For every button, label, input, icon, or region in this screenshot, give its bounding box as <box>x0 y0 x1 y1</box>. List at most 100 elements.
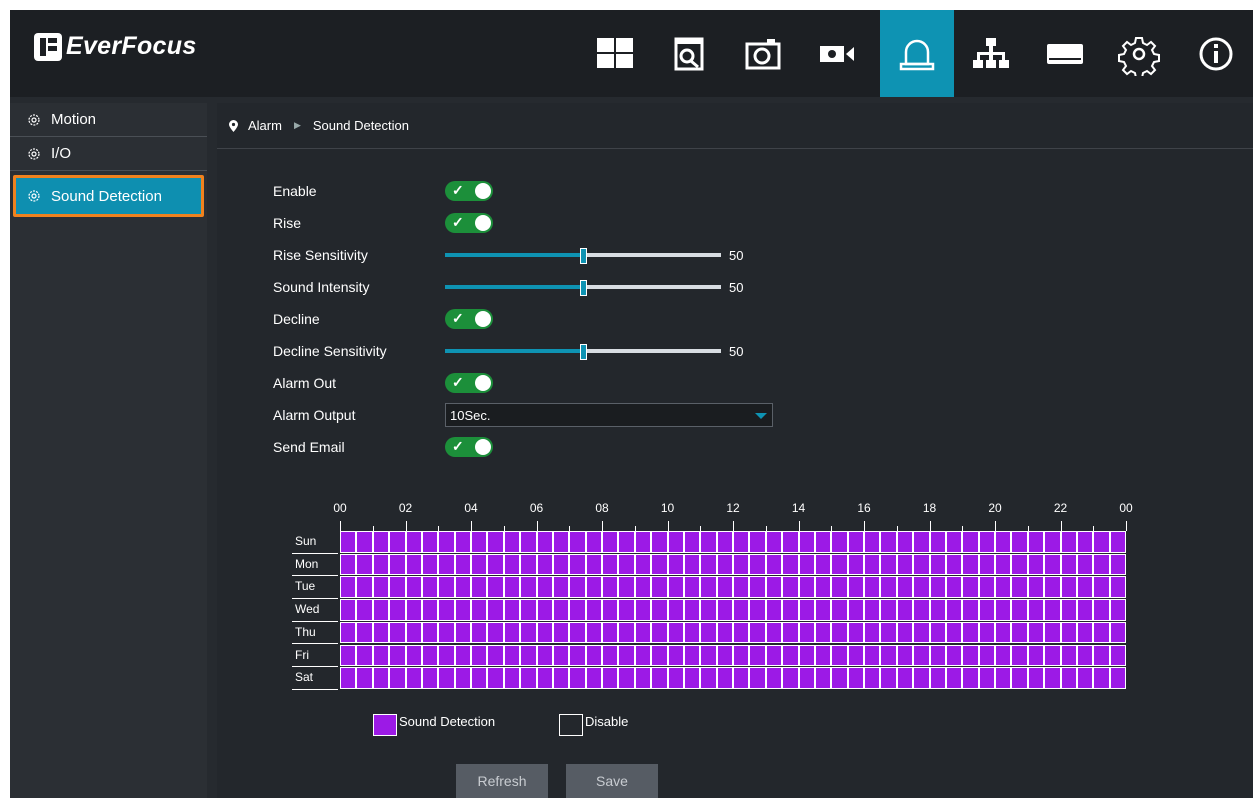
schedule-cell[interactable] <box>1027 531 1045 553</box>
schedule-cell[interactable] <box>356 553 373 576</box>
schedule-cell[interactable] <box>618 576 635 599</box>
schedule-cell[interactable] <box>651 621 668 644</box>
schedule-cell[interactable] <box>520 644 537 667</box>
schedule-cell[interactable] <box>667 553 684 576</box>
schedule-cell[interactable] <box>749 644 766 667</box>
schedule-cell[interactable] <box>716 621 733 644</box>
schedule-cell[interactable] <box>782 621 799 644</box>
schedule-cell[interactable] <box>749 621 766 644</box>
schedule-cell[interactable] <box>978 644 995 667</box>
schedule-cell[interactable] <box>1027 599 1045 621</box>
schedule-cell[interactable] <box>634 621 652 644</box>
schedule-cell[interactable] <box>929 621 946 644</box>
schedule-cell[interactable] <box>1093 644 1110 667</box>
schedule-cell[interactable] <box>995 531 1012 553</box>
schedule-cell[interactable] <box>896 576 914 599</box>
schedule-cell[interactable] <box>765 553 783 576</box>
schedule-cell[interactable] <box>716 644 733 667</box>
schedule-cell[interactable] <box>487 667 504 689</box>
schedule-cell[interactable] <box>520 621 537 644</box>
schedule-cell[interactable] <box>798 531 815 553</box>
schedule-cell[interactable] <box>340 667 357 689</box>
schedule-cell[interactable] <box>831 531 848 553</box>
schedule-cell[interactable] <box>782 599 799 621</box>
schedule-cell[interactable] <box>405 531 422 553</box>
schedule-cell[interactable] <box>585 553 602 576</box>
schedule-cell[interactable] <box>356 531 373 553</box>
schedule-cell[interactable] <box>814 531 832 553</box>
schedule-cell[interactable] <box>1076 576 1094 599</box>
schedule-cell[interactable] <box>962 599 979 621</box>
schedule-cell[interactable] <box>438 531 455 553</box>
schedule-cell[interactable] <box>683 644 701 667</box>
schedule-cell[interactable] <box>602 599 619 621</box>
schedule-cell[interactable] <box>487 621 504 644</box>
schedule-cell[interactable] <box>487 644 504 667</box>
schedule-cell[interactable] <box>454 553 471 576</box>
schedule-cell[interactable] <box>634 599 652 621</box>
schedule-cell[interactable] <box>913 667 930 689</box>
schedule-cell[interactable] <box>864 621 881 644</box>
schedule-cell[interactable] <box>864 576 881 599</box>
schedule-cell[interactable] <box>536 576 553 599</box>
storage-icon[interactable] <box>1028 10 1102 97</box>
schedule-cell[interactable] <box>421 599 439 621</box>
schedule-cell[interactable] <box>372 667 390 689</box>
schedule-cell[interactable] <box>503 667 521 689</box>
schedule-cell[interactable] <box>651 531 668 553</box>
schedule-cell[interactable] <box>945 553 963 576</box>
schedule-cell[interactable] <box>1044 667 1061 689</box>
schedule-cell[interactable] <box>552 644 570 667</box>
schedule-cell[interactable] <box>929 599 946 621</box>
schedule-cell[interactable] <box>421 667 439 689</box>
settings-icon[interactable] <box>1102 10 1176 97</box>
schedule-cell[interactable] <box>995 599 1012 621</box>
schedule-cell[interactable] <box>831 553 848 576</box>
schedule-cell[interactable] <box>372 599 390 621</box>
schedule-cell[interactable] <box>1060 644 1077 667</box>
schedule-cell[interactable] <box>1109 531 1126 553</box>
schedule-cell[interactable] <box>896 599 914 621</box>
schedule-cell[interactable] <box>1109 667 1126 689</box>
schedule-cell[interactable] <box>602 644 619 667</box>
schedule-cell[interactable] <box>733 599 750 621</box>
network-icon[interactable] <box>954 10 1028 97</box>
schedule-cell[interactable] <box>471 553 488 576</box>
schedule-cell[interactable] <box>602 553 619 576</box>
schedule-cell[interactable] <box>356 599 373 621</box>
schedule-cell[interactable] <box>945 599 963 621</box>
schedule-cell[interactable] <box>651 599 668 621</box>
schedule-cell[interactable] <box>716 599 733 621</box>
schedule-cell[interactable] <box>733 621 750 644</box>
schedule-cell[interactable] <box>831 644 848 667</box>
schedule-cell[interactable] <box>1076 531 1094 553</box>
schedule-cell[interactable] <box>962 576 979 599</box>
schedule-cell[interactable] <box>880 553 897 576</box>
schedule-cell[interactable] <box>765 599 783 621</box>
schedule-cell[interactable] <box>536 621 553 644</box>
schedule-cell[interactable] <box>749 599 766 621</box>
schedule-cell[interactable] <box>1011 621 1028 644</box>
schedule-cell[interactable] <box>569 553 586 576</box>
schedule-cell[interactable] <box>503 599 521 621</box>
schedule-cell[interactable] <box>634 667 652 689</box>
schedule-cell[interactable] <box>749 667 766 689</box>
schedule-cell[interactable] <box>1011 599 1028 621</box>
schedule-cell[interactable] <box>962 553 979 576</box>
schedule-cell[interactable] <box>520 599 537 621</box>
schedule-cell[interactable] <box>798 553 815 576</box>
schedule-cell[interactable] <box>372 621 390 644</box>
schedule-cell[interactable] <box>716 531 733 553</box>
schedule-cell[interactable] <box>569 576 586 599</box>
schedule-cell[interactable] <box>1076 667 1094 689</box>
schedule-cell[interactable] <box>1027 621 1045 644</box>
schedule-cell[interactable] <box>340 553 357 576</box>
schedule-cell[interactable] <box>700 667 717 689</box>
schedule-cell[interactable] <box>1093 576 1110 599</box>
schedule-cell[interactable] <box>733 644 750 667</box>
schedule-cell[interactable] <box>716 576 733 599</box>
schedule-cell[interactable] <box>536 553 553 576</box>
schedule-cell[interactable] <box>438 553 455 576</box>
schedule-cell[interactable] <box>1109 576 1126 599</box>
schedule-cell[interactable] <box>340 576 357 599</box>
